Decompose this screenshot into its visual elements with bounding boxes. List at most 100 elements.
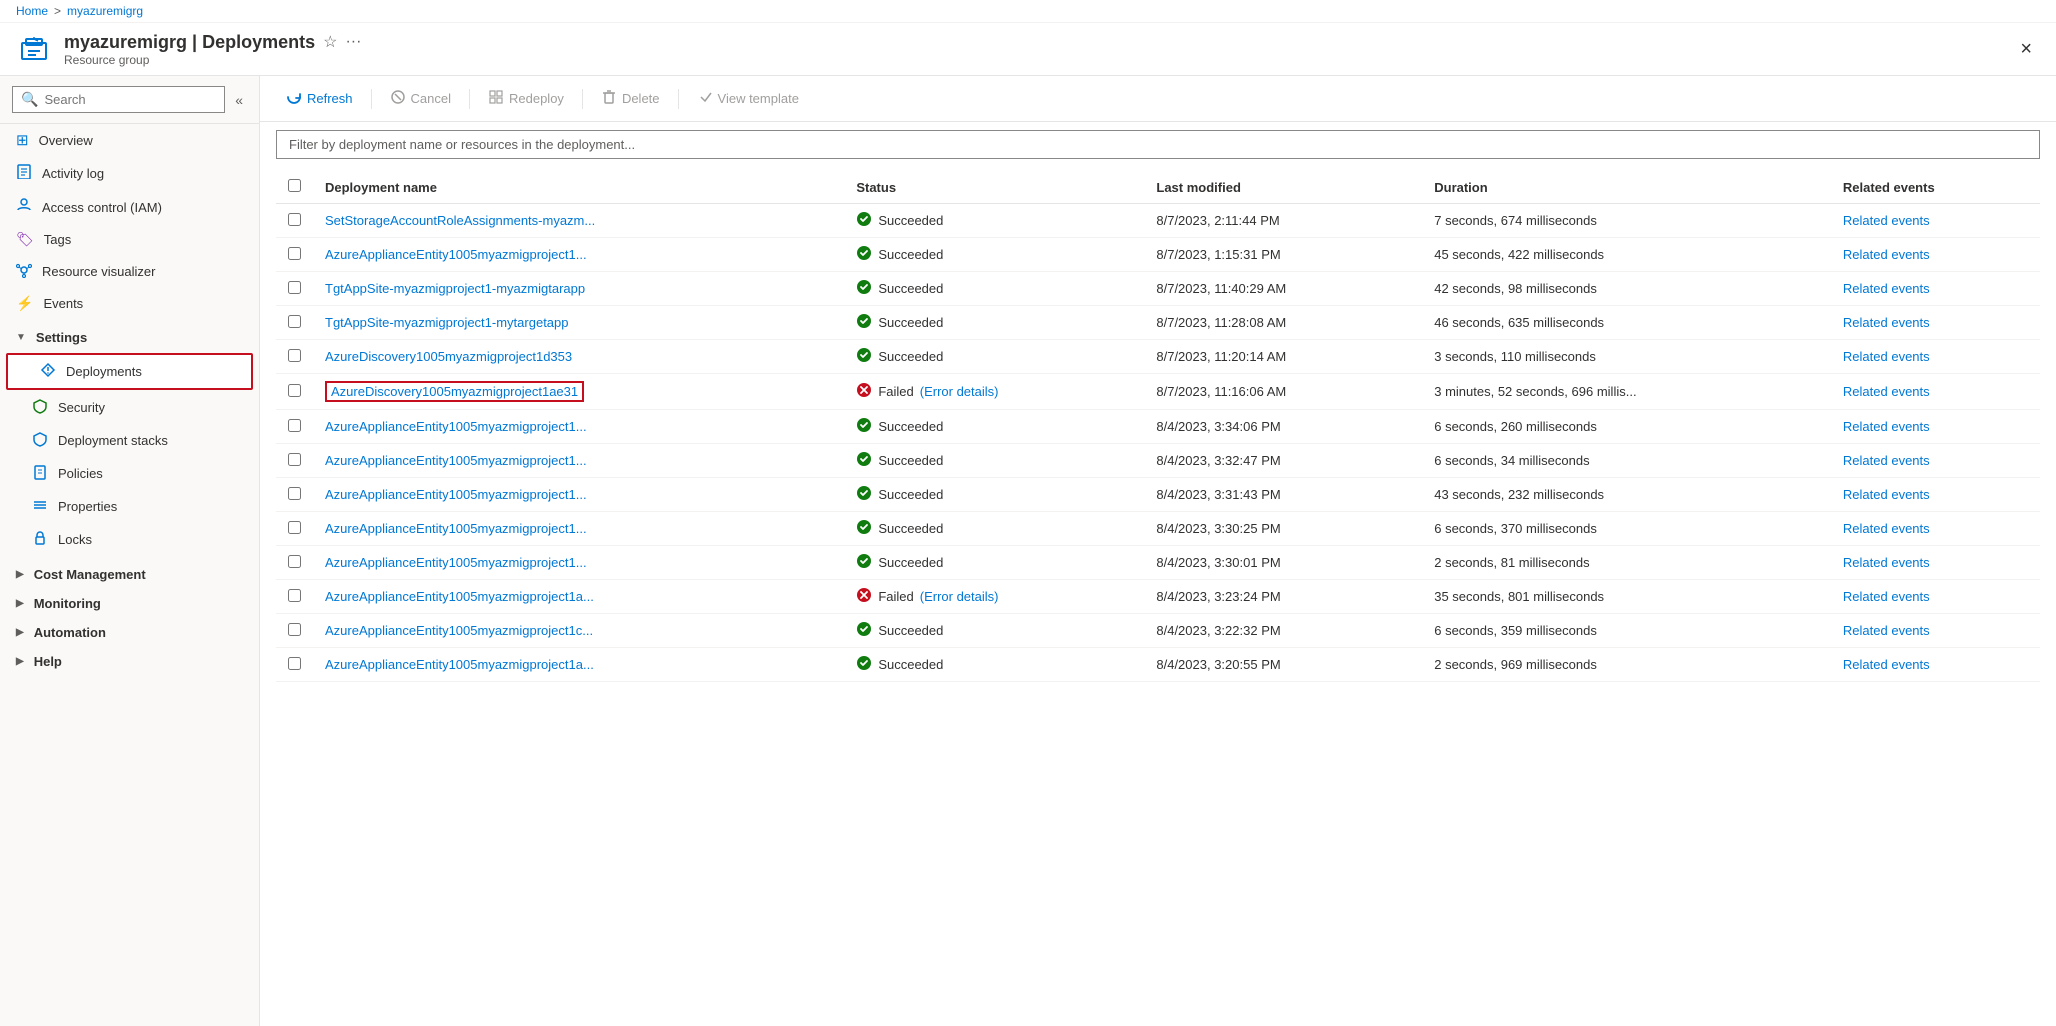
duration-cell: 2 seconds, 81 milliseconds <box>1422 546 1831 580</box>
row-checkbox[interactable] <box>288 315 301 328</box>
sidebar-section-cost-management[interactable]: ▶ Cost Management <box>0 560 259 589</box>
row-checkbox[interactable] <box>288 589 301 602</box>
row-checkbox[interactable] <box>288 384 301 397</box>
related-events-link[interactable]: Related events <box>1843 384 1930 399</box>
table-row: AzureApplianceEntity1005myazmigproject1.… <box>276 478 2040 512</box>
refresh-button[interactable]: Refresh <box>276 84 363 113</box>
row-checkbox[interactable] <box>288 213 301 226</box>
row-checkbox[interactable] <box>288 657 301 670</box>
duration-cell: 43 seconds, 232 milliseconds <box>1422 478 1831 512</box>
related-events-link[interactable]: Related events <box>1843 247 1930 262</box>
row-checkbox[interactable] <box>288 555 301 568</box>
sidebar-item-events[interactable]: ⚡ Events <box>0 288 259 319</box>
deployment-name-link[interactable]: AzureDiscovery1005myazmigproject1d353 <box>325 349 572 364</box>
table-row: AzureApplianceEntity1005myazmigproject1.… <box>276 444 2040 478</box>
related-events-link[interactable]: Related events <box>1843 419 1930 434</box>
deployment-name-link[interactable]: AzureApplianceEntity1005myazmigproject1a… <box>325 589 594 604</box>
deployment-name-link[interactable]: TgtAppSite-myazmigproject1-myazmigtarapp <box>325 281 585 296</box>
deployment-name-link[interactable]: AzureApplianceEntity1005myazmigproject1.… <box>325 419 587 434</box>
page-title: myazuremigrg | Deployments <box>64 32 315 53</box>
breadcrumb-resource[interactable]: myazuremigrg <box>67 4 143 18</box>
success-icon <box>856 485 872 504</box>
related-events-link[interactable]: Related events <box>1843 521 1930 536</box>
related-events-link[interactable]: Related events <box>1843 349 1930 364</box>
sidebar-section-automation[interactable]: ▶ Automation <box>0 618 259 647</box>
row-checkbox[interactable] <box>288 487 301 500</box>
sidebar-item-deployment-stacks[interactable]: Deployment stacks <box>0 424 259 457</box>
select-all-checkbox[interactable] <box>288 179 301 192</box>
sidebar-label-events: Events <box>43 296 83 311</box>
deployment-name-link[interactable]: AzureApplianceEntity1005myazmigproject1.… <box>325 247 587 262</box>
deployment-name-link[interactable]: AzureApplianceEntity1005myazmigproject1c… <box>325 623 593 638</box>
more-options-button[interactable]: ··· <box>345 33 361 51</box>
deployment-name-link[interactable]: AzureApplianceEntity1005myazmigproject1.… <box>325 487 587 502</box>
cancel-button[interactable]: Cancel <box>380 84 461 113</box>
favorite-button[interactable]: ☆ <box>323 32 337 52</box>
related-events-link[interactable]: Related events <box>1843 453 1930 468</box>
sidebar-item-activity-log[interactable]: Activity log <box>0 156 259 190</box>
related-events-link[interactable]: Related events <box>1843 589 1930 604</box>
sidebar-item-locks[interactable]: Locks <box>0 523 259 556</box>
related-events-link[interactable]: Related events <box>1843 555 1930 570</box>
close-button[interactable]: × <box>2012 35 2040 63</box>
table-row: AzureApplianceEntity1005myazmigproject1a… <box>276 580 2040 614</box>
deployment-name-link[interactable]: SetStorageAccountRoleAssignments-myazm..… <box>325 213 595 228</box>
last-modified-cell: 8/4/2023, 3:22:32 PM <box>1144 614 1422 648</box>
sidebar-section-help[interactable]: ▶ Help <box>0 647 259 676</box>
breadcrumb-home[interactable]: Home <box>16 4 48 18</box>
row-checkbox[interactable] <box>288 419 301 432</box>
row-checkbox[interactable] <box>288 349 301 362</box>
sidebar-label-tags: Tags <box>44 232 71 247</box>
search-icon: 🔍 <box>21 91 38 108</box>
row-checkbox[interactable] <box>288 453 301 466</box>
sidebar-item-resource-visualizer[interactable]: Resource visualizer <box>0 255 259 288</box>
refresh-label: Refresh <box>307 91 353 106</box>
duration-cell: 2 seconds, 969 milliseconds <box>1422 648 1831 682</box>
sidebar-item-deployments[interactable]: Deployments <box>6 353 253 390</box>
row-checkbox[interactable] <box>288 247 301 260</box>
related-events-link[interactable]: Related events <box>1843 623 1930 638</box>
deployment-name-link[interactable]: AzureApplianceEntity1005myazmigproject1.… <box>325 521 587 536</box>
duration-cell: 45 seconds, 422 milliseconds <box>1422 238 1831 272</box>
collapse-sidebar-button[interactable]: « <box>231 88 247 112</box>
row-checkbox[interactable] <box>288 623 301 636</box>
related-events-link[interactable]: Related events <box>1843 281 1930 296</box>
toolbar-sep-4 <box>678 89 679 109</box>
duration-cell: 42 seconds, 98 milliseconds <box>1422 272 1831 306</box>
sidebar-item-access-control[interactable]: Access control (IAM) <box>0 190 259 224</box>
deployment-name-link[interactable]: TgtAppSite-myazmigproject1-mytargetapp <box>325 315 569 330</box>
sidebar-item-security[interactable]: Security <box>0 391 259 424</box>
sidebar-item-properties[interactable]: Properties <box>0 490 259 523</box>
related-events-link[interactable]: Related events <box>1843 315 1930 330</box>
redeploy-label: Redeploy <box>509 91 564 106</box>
status-text: Succeeded <box>878 281 943 296</box>
success-icon <box>856 417 872 436</box>
error-details-link[interactable]: (Error details) <box>920 589 999 604</box>
view-template-button[interactable]: View template <box>687 84 809 113</box>
deployment-name-link[interactable]: AzureApplianceEntity1005myazmigproject1.… <box>325 555 587 570</box>
deployment-name-link[interactable]: AzureApplianceEntity1005myazmigproject1a… <box>325 657 594 672</box>
related-events-link[interactable]: Related events <box>1843 213 1930 228</box>
related-events-link[interactable]: Related events <box>1843 657 1930 672</box>
status-text: Succeeded <box>878 623 943 638</box>
row-checkbox[interactable] <box>288 281 301 294</box>
sidebar-item-overview[interactable]: ⊞ Overview <box>0 124 259 156</box>
related-events-link[interactable]: Related events <box>1843 487 1930 502</box>
delete-button[interactable]: Delete <box>591 84 670 113</box>
deployment-name-link[interactable]: AzureApplianceEntity1005myazmigproject1.… <box>325 453 587 468</box>
sidebar-section-monitoring[interactable]: ▶ Monitoring <box>0 589 259 618</box>
deployment-name-link[interactable]: AzureDiscovery1005myazmigproject1ae31 <box>331 384 578 399</box>
error-details-link[interactable]: (Error details) <box>920 384 999 399</box>
table-row: AzureDiscovery1005myazmigproject1d353Suc… <box>276 340 2040 374</box>
sidebar-item-tags[interactable]: 🏷 Tags <box>0 224 259 255</box>
row-checkbox[interactable] <box>288 521 301 534</box>
redeploy-button[interactable]: Redeploy <box>478 84 574 113</box>
success-icon <box>856 313 872 332</box>
settings-section-header[interactable]: ▼ Settings <box>0 323 259 352</box>
tags-icon: 🏷 <box>16 231 34 248</box>
search-input[interactable] <box>44 92 216 107</box>
sidebar-item-policies[interactable]: Policies <box>0 457 259 490</box>
duration-cell: 3 minutes, 52 seconds, 696 millis... <box>1422 374 1831 410</box>
status-text: Succeeded <box>878 453 943 468</box>
last-modified-cell: 8/7/2023, 11:40:29 AM <box>1144 272 1422 306</box>
